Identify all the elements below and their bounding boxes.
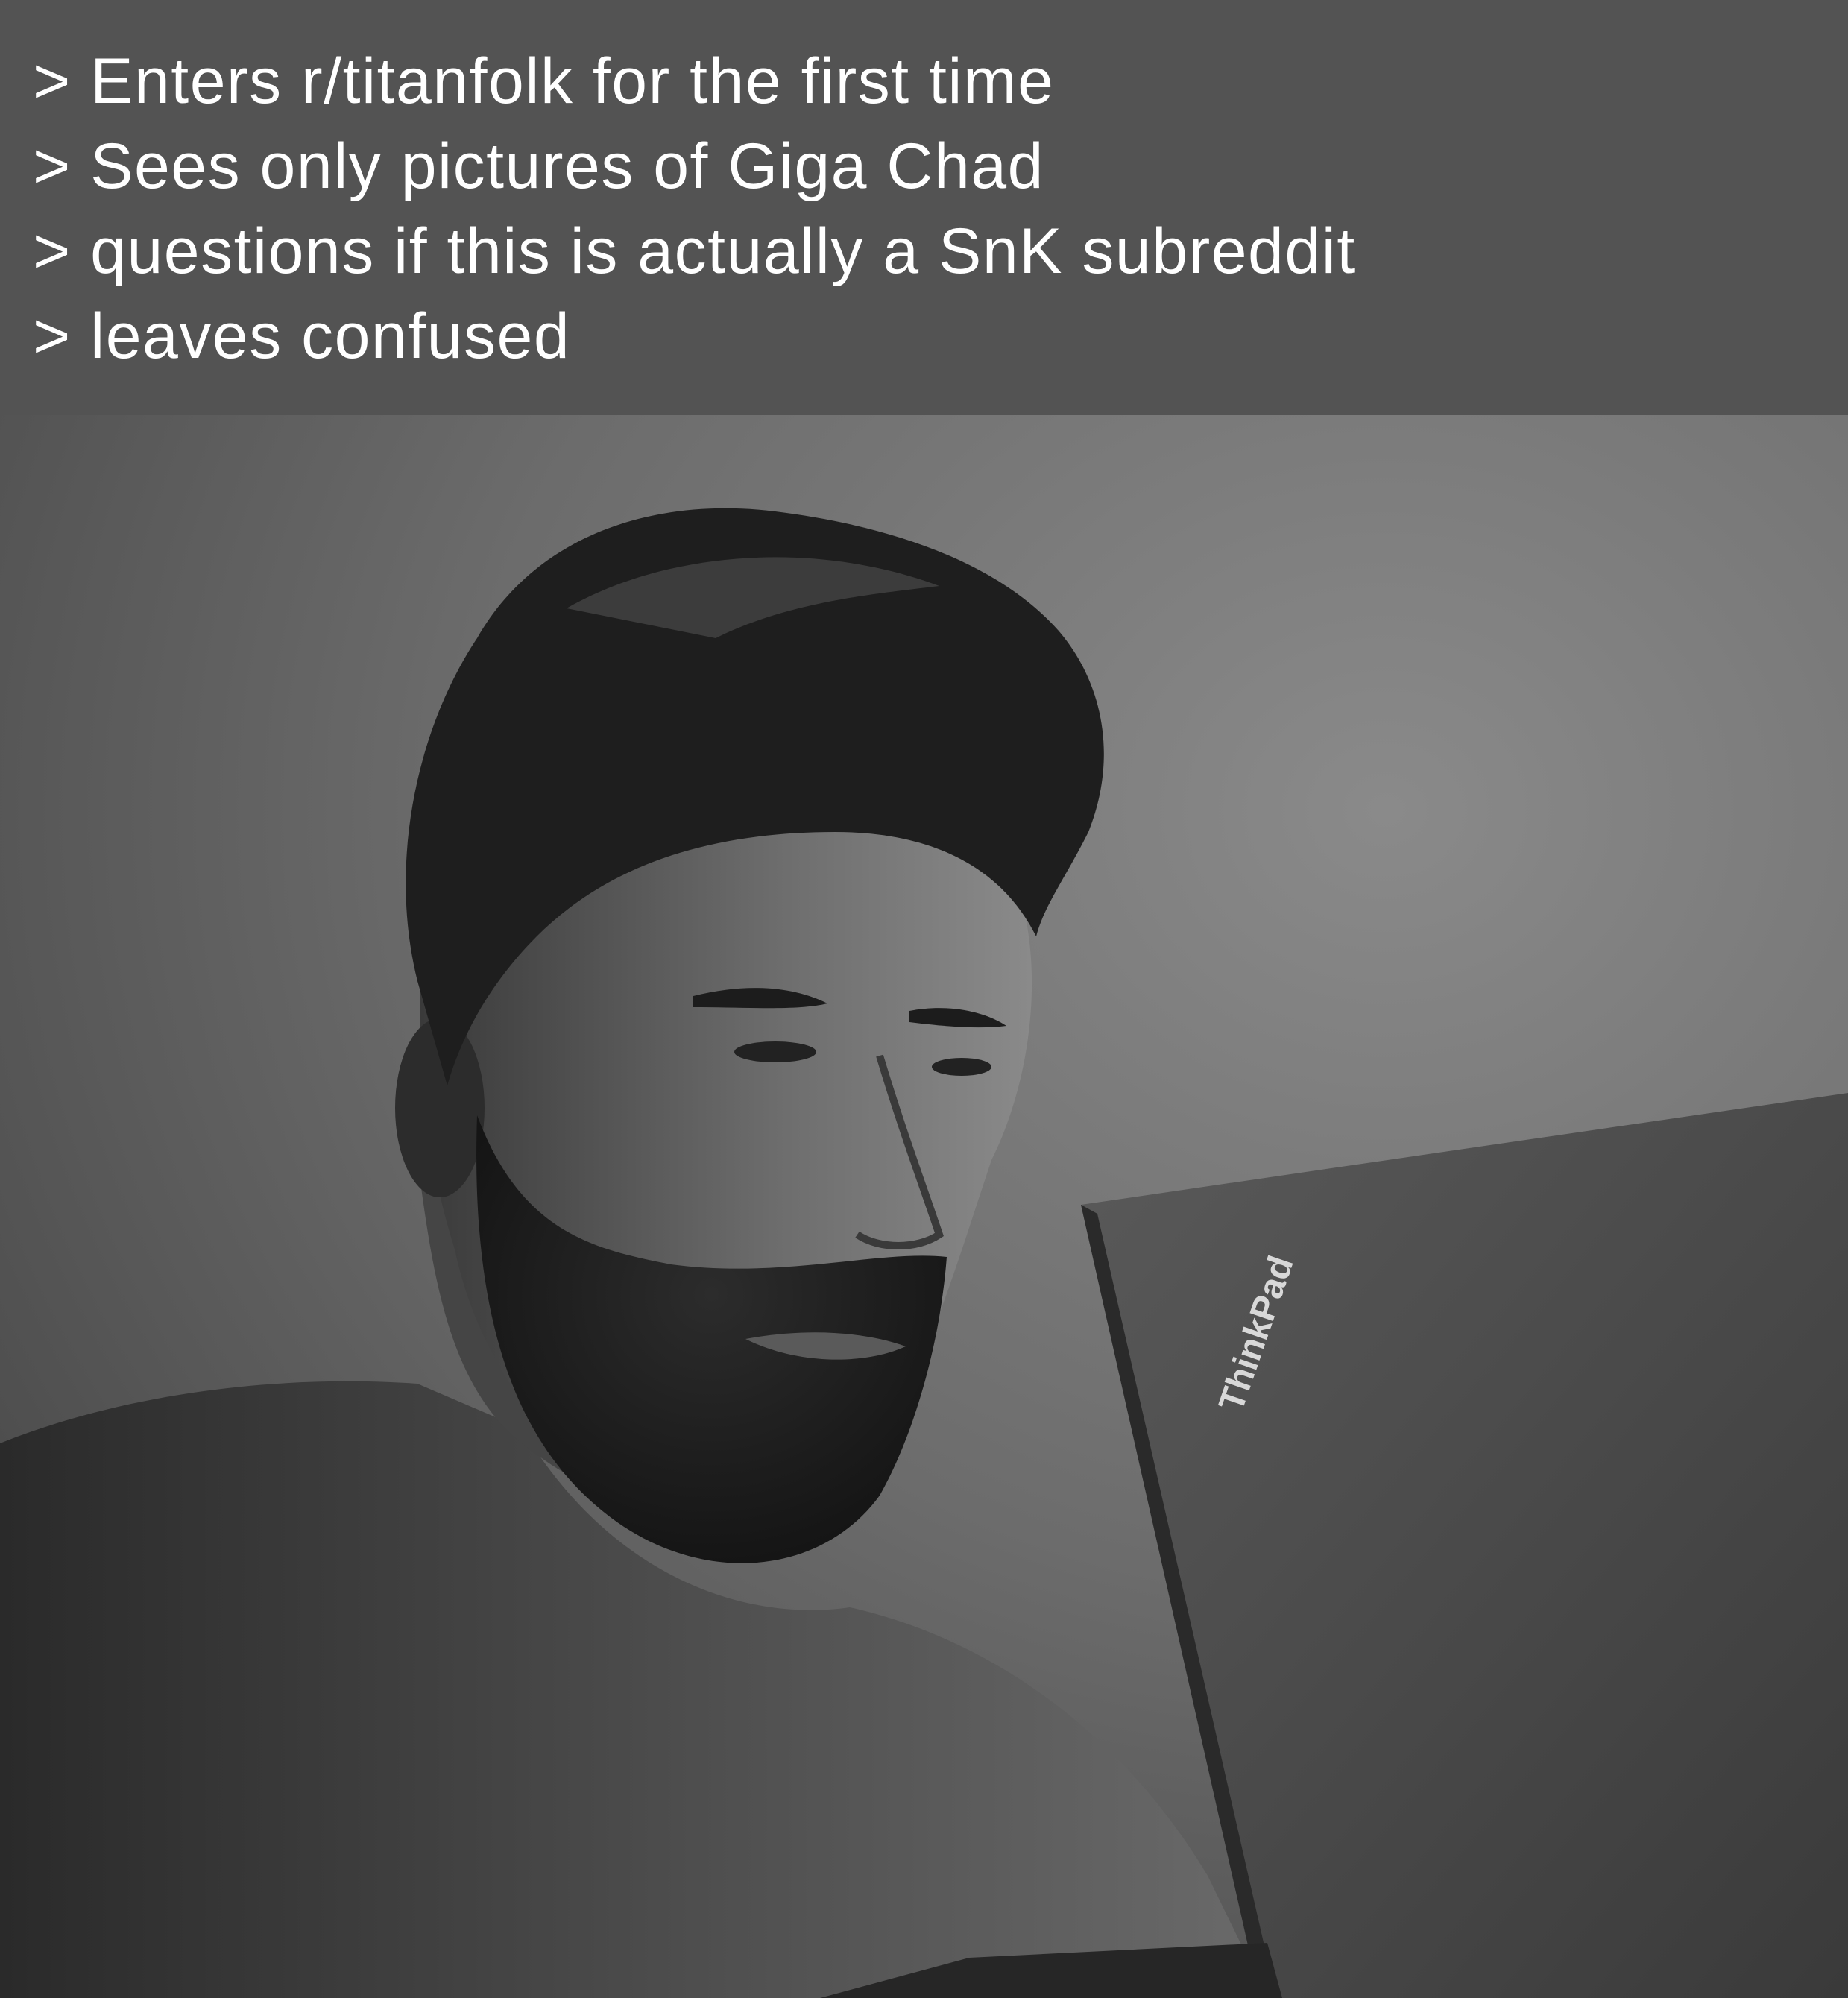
caption-line-2: > Sees only pictures of Giga Chad bbox=[33, 130, 1044, 202]
eye-shape bbox=[932, 1058, 991, 1076]
caption-line-3: > questions if this is actually a SnK su… bbox=[33, 215, 1356, 287]
giga-chad-photo: ThinkPad bbox=[0, 415, 1848, 1998]
caption-line-1: > Enters r/titanfolk for the first time bbox=[33, 45, 1055, 117]
meme-photo: ThinkPad bbox=[0, 415, 1848, 1998]
eye-shape bbox=[734, 1041, 816, 1062]
caption-line-4: > leaves confused bbox=[33, 300, 571, 372]
caption-panel: > Enters r/titanfolk for the first time … bbox=[0, 0, 1848, 415]
